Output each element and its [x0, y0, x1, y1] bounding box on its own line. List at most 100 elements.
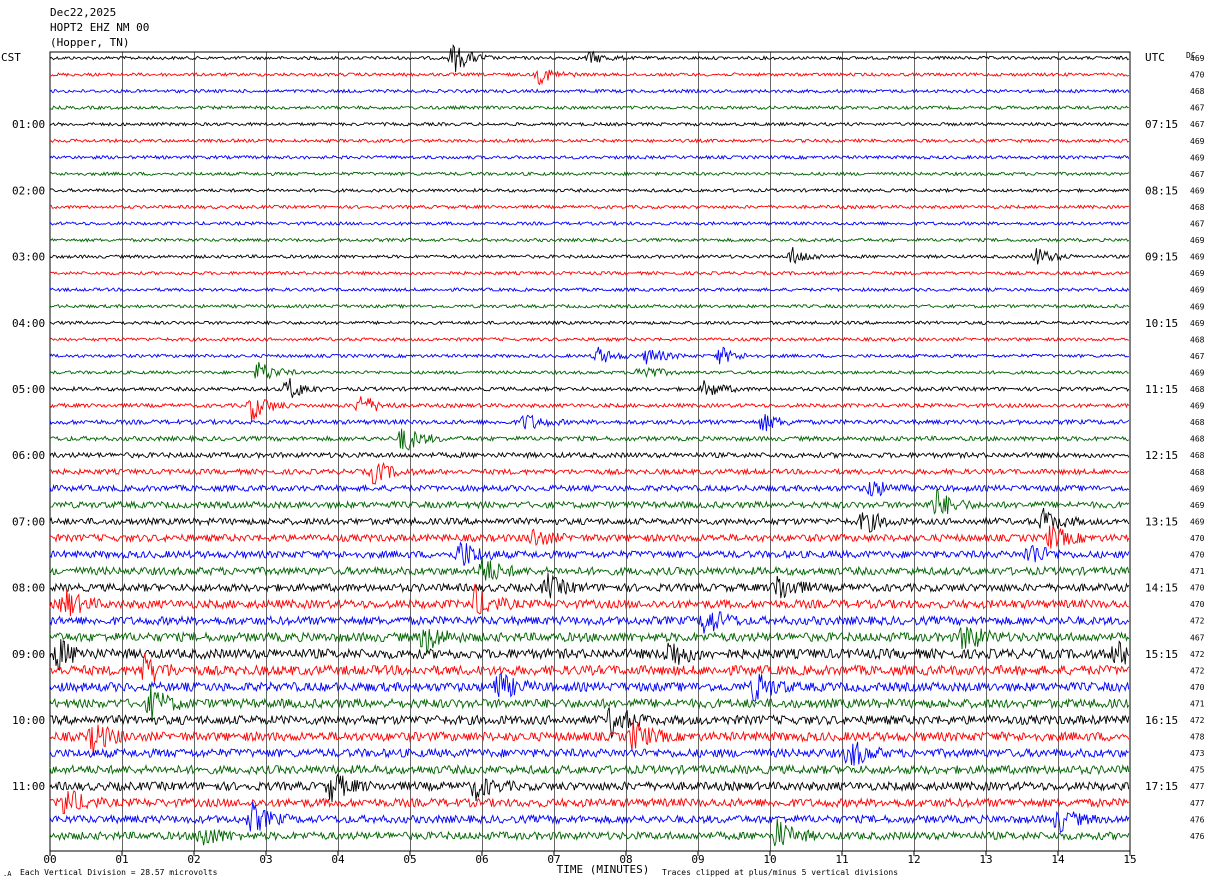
trace-line-14: [49, 287, 1130, 293]
dc-offset-label: 473: [1190, 749, 1205, 758]
x-tick-label: 11: [835, 853, 848, 866]
dc-offset-label: 469: [1190, 402, 1205, 411]
x-tick-label: 05: [403, 853, 416, 866]
left-timezone-label: CST: [1, 51, 21, 64]
trace-line-24: [49, 451, 1130, 460]
trace-line-37: [49, 652, 1130, 683]
plot-grid: [49, 51, 1131, 852]
dc-offset-label: 470: [1190, 534, 1205, 543]
x-tick-label: 03: [259, 853, 272, 866]
left-time-label: 11:00: [12, 780, 45, 793]
header-location: (Hopper, TN): [50, 36, 129, 49]
trace-line-45: [49, 790, 1130, 815]
trace-line-7: [49, 171, 1130, 177]
x-tick-label: 14: [1051, 853, 1065, 866]
left-time-label: 10:00: [12, 714, 45, 727]
trace-line-10: [49, 220, 1129, 227]
dc-offset-label: 469: [1190, 253, 1205, 262]
left-time-label: 07:00: [12, 515, 45, 528]
right-time-label: 14:15: [1145, 582, 1178, 595]
trace-line-44: [49, 772, 1130, 803]
trace-line-9: [49, 204, 1129, 210]
trace-line-17: [49, 336, 1129, 343]
dc-offset-label: 475: [1190, 766, 1205, 775]
left-time-label: 03:00: [12, 251, 45, 264]
left-time-label: 09:00: [12, 648, 45, 661]
left-time-label: 06:00: [12, 449, 45, 462]
dc-offset-label: 468: [1190, 87, 1205, 96]
right-time-label: 16:15: [1145, 714, 1178, 727]
trace-line-38: [49, 672, 1130, 702]
trace-line-39: [49, 685, 1130, 722]
dc-offset-label: 469: [1190, 484, 1205, 493]
trace-line-43: [49, 763, 1130, 776]
dc-offset-label: 477: [1190, 799, 1205, 808]
footer-scale-note: Each Vertical Division = 28.57 microvolt…: [20, 868, 218, 877]
footer-clip-note: Traces clipped at plus/minus 5 vertical …: [662, 868, 898, 877]
dc-offset-label: 471: [1190, 567, 1205, 576]
dc-offset-label: 471: [1190, 699, 1205, 708]
x-tick-label: 15: [1123, 853, 1136, 866]
right-time-label: 15:15: [1145, 648, 1178, 661]
dc-offset-label: 469: [1190, 286, 1205, 295]
x-tick-label: 00: [43, 853, 56, 866]
trace-line-31: [49, 556, 1130, 581]
dc-offset-label: 468: [1190, 385, 1205, 394]
dc-offset-label: 468: [1190, 335, 1205, 344]
dc-offset-label: 469: [1190, 302, 1205, 311]
trace-line-0: [49, 43, 1130, 73]
trace-line-6: [49, 154, 1130, 160]
dc-offset-label: 470: [1190, 584, 1205, 593]
trace-line-11: [49, 237, 1130, 243]
trace-line-23: [49, 428, 1130, 451]
right-timezone-label: UTC: [1145, 51, 1165, 64]
left-time-label: 02:00: [12, 184, 45, 197]
left-time-label: 05:00: [12, 383, 45, 396]
right-time-label: 13:15: [1145, 515, 1178, 528]
right-time-label: 10:15: [1145, 317, 1178, 330]
trace-line-32: [49, 573, 1130, 599]
header-date: Dec22,2025: [50, 6, 116, 19]
right-time-labels: 07:15 08:15 09:15 10:15 11:15 12:15 13:15 14:15…: [1145, 118, 1178, 793]
dc-offset-label: 467: [1190, 352, 1205, 361]
dc-offset-label: 469: [1190, 368, 1205, 377]
trace-line-13: [49, 270, 1129, 276]
trace-line-35: [49, 626, 1130, 654]
left-time-label: 08:00: [12, 582, 45, 595]
header-station: HOPT2 EHZ NM 00: [50, 21, 149, 34]
dc-offset-label: 469: [1190, 153, 1205, 162]
dc-offset-label: 477: [1190, 782, 1205, 791]
trace-line-30: [49, 541, 1130, 566]
dc-offset-label: 472: [1190, 617, 1205, 626]
trace-line-8: [49, 187, 1130, 194]
dc-offset-label: 472: [1190, 716, 1205, 725]
dc-offset-label: 468: [1190, 468, 1205, 477]
left-time-label: 04:00: [12, 317, 45, 330]
trace-line-40: [49, 707, 1130, 739]
dc-offset-label: 469: [1190, 319, 1205, 328]
trace-group: [49, 43, 1130, 847]
dc-offset-label: 467: [1190, 220, 1205, 229]
dc-offset-label: 472: [1190, 666, 1205, 675]
dc-offset-label: 468: [1190, 203, 1205, 212]
dc-offset-label: 469: [1190, 186, 1205, 195]
dc-offset-label: 476: [1190, 815, 1205, 824]
dc-offset-label: 469: [1190, 501, 1205, 510]
trace-line-19: [49, 361, 1129, 380]
x-tick-label: 01: [115, 853, 128, 866]
trace-line-25: [49, 461, 1130, 485]
trace-line-4: [49, 121, 1130, 127]
trace-line-3: [49, 104, 1129, 111]
trace-line-22: [49, 414, 1130, 432]
helicorder-chart: Dec22,2025 HOPT2 EHZ NM 00 (Hopper, TN) …: [1, 6, 1205, 878]
left-time-label: 01:00: [12, 118, 45, 131]
dc-offset-label: 470: [1190, 551, 1205, 560]
dc-offset-label: 468: [1190, 451, 1205, 460]
dc-offset-label: 468: [1190, 435, 1205, 444]
x-tick-label: 10: [763, 853, 776, 866]
trace-line-12: [49, 247, 1130, 265]
dc-offset-label: 469: [1190, 54, 1205, 63]
trace-line-2: [49, 88, 1130, 94]
trace-line-26: [49, 481, 1130, 497]
dc-offset-label: 467: [1190, 633, 1205, 642]
